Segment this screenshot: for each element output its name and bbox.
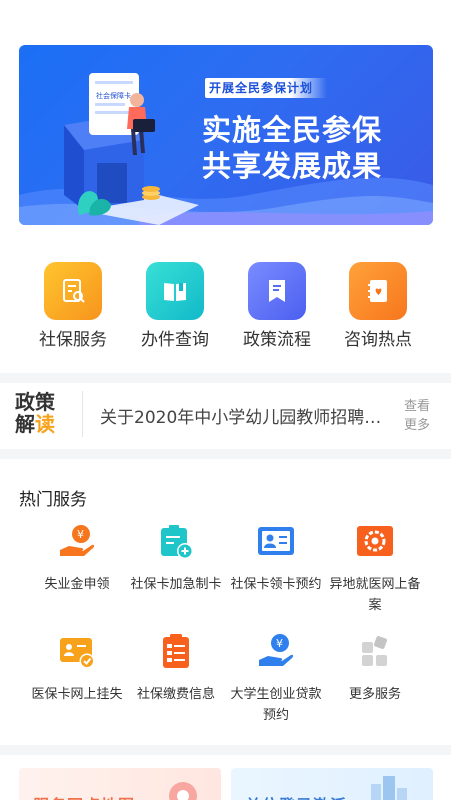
service-more[interactable]: 更多服务 [325, 632, 425, 705]
service-outlet-map-title: 服务网点地图 [33, 792, 135, 800]
open-book-icon [146, 262, 204, 320]
company-login-card[interactable]: 单位登录激活 [231, 768, 433, 800]
document-search-icon [44, 262, 102, 320]
service-student-loan[interactable]: ¥ 大学生创业贷款预约 [226, 632, 326, 726]
banner-card-label: 社会保障卡 [96, 91, 131, 100]
quick-action-hot-consult[interactable]: 咨询热点 [328, 262, 428, 350]
quick-action-label: 办件查询 [141, 330, 209, 350]
service-label: 大学生创业贷款预约 [230, 687, 322, 723]
service-label: 失业金申领 [44, 577, 110, 592]
promo-banner[interactable]: 社会保障卡 开展全民参保计划 实施全民参保 共享发展成果 [19, 45, 433, 225]
service-label: 社保缴费信息 [136, 687, 215, 702]
banner-title-line2: 共享发展成果 [202, 149, 383, 183]
policy-more-line1: 查看 [404, 399, 431, 414]
svg-text:¥: ¥ [77, 528, 84, 541]
medical-flower-icon [355, 522, 395, 562]
id-card-icon [256, 522, 296, 562]
policy-headline[interactable]: 关于2020年中小学幼儿园教师招聘考试 [100, 403, 395, 428]
policy-more-link[interactable]: 查看 更多 [404, 397, 440, 435]
section-divider [0, 373, 451, 383]
section-divider [0, 745, 451, 755]
clipboard-list-icon [156, 632, 196, 672]
service-label: 更多服务 [348, 687, 401, 702]
quick-actions: 社保服务 办件查询 政策流程 咨询热点 [0, 262, 451, 357]
contact-book-icon [349, 262, 407, 320]
quick-action-query[interactable]: 办件查询 [125, 262, 225, 350]
map-pin-icon [169, 782, 197, 800]
svg-text:¥: ¥ [276, 637, 283, 650]
service-unemployment-benefit[interactable]: ¥ 失业金申领 [27, 522, 127, 595]
service-label: 医保卡网上挂失 [31, 687, 123, 702]
policy-badge-line1: 政策 [15, 390, 55, 414]
service-outlet-map-card[interactable]: 服务网点地图 [19, 768, 221, 800]
policy-badge: 政策 解读 [15, 391, 63, 435]
service-label: 社保卡领卡预约 [230, 577, 322, 592]
section-divider [0, 449, 451, 459]
hand-coin-icon: ¥ [256, 632, 296, 672]
card-check-icon [57, 632, 97, 672]
quick-action-label: 政策流程 [243, 330, 311, 350]
policy-ticker[interactable]: 政策 解读 关于2020年中小学幼儿园教师招聘考试 查看 更多 [0, 385, 451, 445]
quick-action-policy-flow[interactable]: 政策流程 [227, 262, 327, 350]
service-medical-card-loss[interactable]: 医保卡网上挂失 [27, 632, 127, 705]
policy-badge-line2-a: 解 [15, 412, 35, 436]
service-remote-medical[interactable]: 异地就医网上备案 [325, 522, 425, 616]
bookmark-icon [248, 262, 306, 320]
hand-yuan-icon: ¥ [57, 522, 97, 562]
card-plus-icon [156, 522, 196, 562]
policy-badge-line2-b: 读 [35, 412, 55, 436]
banner-tagline: 开展全民参保计划 [205, 78, 328, 98]
service-label: 异地就医网上备案 [329, 577, 421, 613]
service-card-urgent[interactable]: 社保卡加急制卡 [126, 522, 226, 595]
quick-action-label: 社保服务 [39, 330, 107, 350]
hot-services-title: 热门服务 [19, 490, 87, 510]
policy-more-line2: 更多 [404, 418, 431, 433]
quick-action-social-security[interactable]: 社保服务 [23, 262, 123, 350]
service-card-pickup[interactable]: 社保卡领卡预约 [226, 522, 326, 595]
service-label: 社保卡加急制卡 [130, 577, 222, 592]
policy-divider [82, 391, 83, 437]
company-login-title: 单位登录激活 [245, 792, 347, 800]
grid-more-icon [355, 632, 395, 672]
quick-action-label: 咨询热点 [344, 330, 412, 350]
building-icon [371, 776, 407, 800]
service-payment-info[interactable]: 社保缴费信息 [126, 632, 226, 705]
